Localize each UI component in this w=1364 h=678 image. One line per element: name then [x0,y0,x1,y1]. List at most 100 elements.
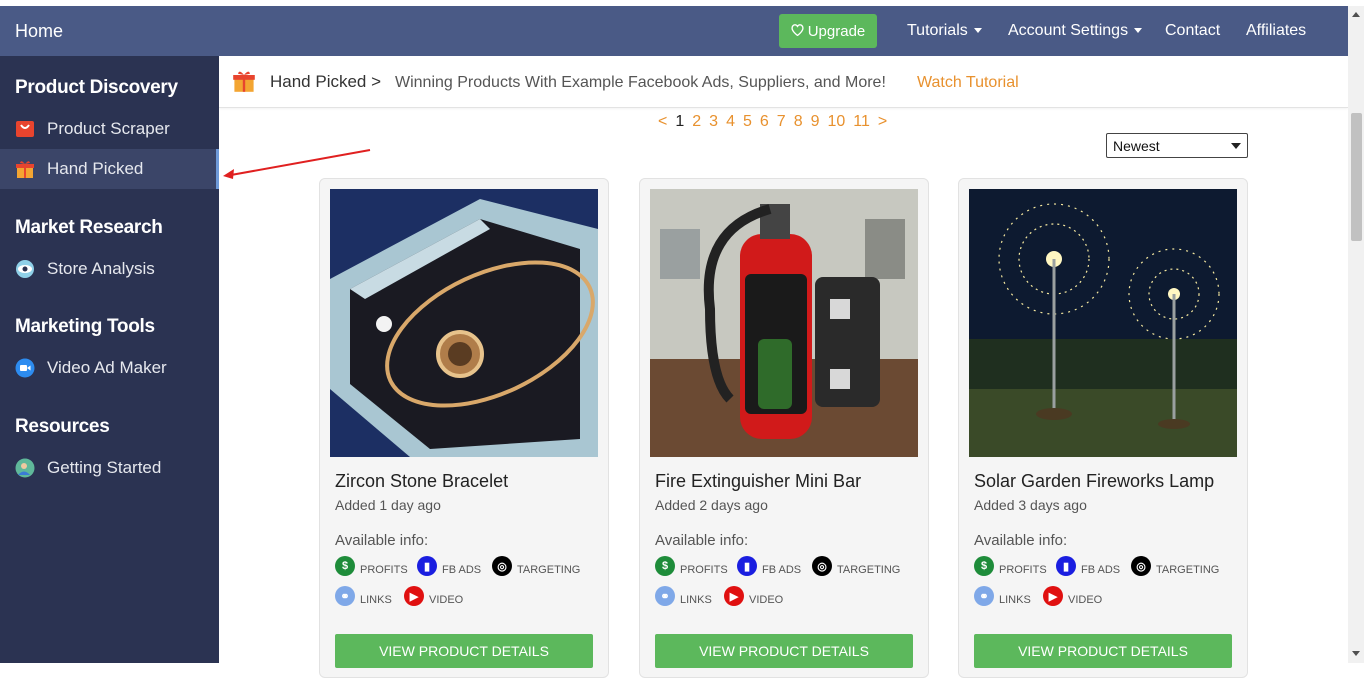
play-icon: ▶ [404,586,424,606]
pagination-page[interactable]: 2 [688,113,705,131]
gift-icon [232,69,256,98]
upgrade-button[interactable]: Upgrade [779,14,877,48]
chevron-down-icon [1231,142,1241,149]
sidebar-item-label: Store Analysis [47,259,155,278]
product-card: Zircon Stone Bracelet Added 1 day ago Av… [319,178,609,678]
product-image-bracelet[interactable] [330,189,598,457]
info-tag-profits: $ PROFITS [335,556,408,576]
play-icon: ▶ [1043,586,1063,606]
sidebar-item-store-analysis[interactable]: Store Analysis [0,249,219,289]
shopping-bag-icon [15,119,35,139]
tag-label: LINKS [680,594,712,606]
product-image-fire-extinguisher-bar[interactable] [650,189,918,457]
pagination-page[interactable]: 6 [756,113,773,131]
pagination-next[interactable]: > [874,113,891,131]
sidebar-item-label: Product Scraper [47,119,170,138]
product-image-solar-fireworks-lamp[interactable] [969,189,1237,457]
tag-label: PROFITS [360,564,408,576]
sidebar-item-label: Getting Started [47,458,162,477]
play-icon: ▶ [724,586,744,606]
info-tag-fb-ads: ▮ FB ADS [737,556,801,576]
product-title: Solar Garden Fireworks Lamp [974,471,1215,491]
section-title-market-research: Market Research [15,217,163,238]
sidebar-item-product-scraper[interactable]: Product Scraper [0,109,219,149]
info-tag-links: ⚭ LINKS [335,586,392,606]
section-title-marketing-tools: Marketing Tools [15,316,155,337]
tag-label: FB ADS [762,564,802,576]
bar-chart-icon: ▮ [737,556,757,576]
sidebar-item-label: Hand Picked [47,159,144,178]
pagination-page[interactable]: 11 [849,113,874,131]
scrollbar[interactable] [1348,6,1364,663]
tag-label: TARGETING [517,564,581,576]
pagination: < 1 2 3 4 5 6 7 8 9 10 11 > [654,113,891,131]
info-tag-links: ⚭ LINKS [655,586,712,606]
chevron-down-icon [1134,28,1143,34]
scroll-up-arrow[interactable] [1352,12,1360,17]
bar-chart-icon: ▮ [1056,556,1076,576]
pagination-page[interactable]: 1 [671,113,688,131]
tag-label: LINKS [999,594,1031,606]
heart-icon [791,23,804,40]
pagination-page[interactable]: 3 [705,113,722,131]
user-globe-icon [15,458,35,478]
product-title: Zircon Stone Bracelet [335,471,509,491]
product-added-date: Added 3 days ago [974,497,1087,513]
tag-label: PROFITS [680,564,728,576]
product-card: Solar Garden Fireworks Lamp Added 3 days… [958,178,1248,678]
sort-select[interactable]: Newest [1106,133,1248,158]
gift-icon [15,159,35,179]
sidebar-item-video-ad-maker[interactable]: Video Ad Maker [0,348,219,388]
tag-label: VIDEO [1068,594,1103,606]
info-tag-profits: $ PROFITS [655,556,728,576]
pagination-page[interactable]: 8 [790,113,807,131]
info-tag-fb-ads: ▮ FB ADS [417,556,481,576]
pagination-page[interactable]: 9 [807,113,824,131]
sidebar: Product Discovery Product Scraper Hand P… [0,56,219,663]
eye-icon [15,259,35,279]
info-tag-targeting: ◎ TARGETING [492,556,580,576]
top-navbar: Home Upgrade Tutorials Account Settings … [0,6,1348,56]
scroll-down-arrow[interactable] [1352,651,1360,656]
page-subtitle: Winning Products With Example Facebook A… [395,74,886,91]
sidebar-item-hand-picked[interactable]: Hand Picked [0,149,219,189]
pagination-page[interactable]: 7 [773,113,790,131]
sidebar-item-label: Video Ad Maker [47,358,167,377]
nav-account-settings[interactable]: Account Settings [1008,22,1143,40]
target-icon: ◎ [1131,556,1151,576]
watch-tutorial-link[interactable]: Watch Tutorial [917,74,1019,92]
video-camera-icon [15,358,35,378]
product-card: Fire Extinguisher Mini Bar Added 2 days … [639,178,929,678]
info-tag-fb-ads: ▮ FB ADS [1056,556,1120,576]
pagination-page[interactable]: 4 [722,113,739,131]
product-title: Fire Extinguisher Mini Bar [655,471,862,491]
home-link[interactable]: Home [15,21,63,42]
product-added-date: Added 1 day ago [335,497,441,513]
nav-contact[interactable]: Contact [1165,22,1220,40]
nav-account-settings-label: Account Settings [1008,22,1129,39]
pagination-page[interactable]: 10 [824,113,850,131]
pagination-prev[interactable]: < [654,113,671,131]
info-tag-links: ⚭ LINKS [974,586,1031,606]
tag-label: VIDEO [749,594,784,606]
dollar-icon: $ [974,556,994,576]
chevron-down-icon [973,28,982,34]
tag-label: VIDEO [429,594,464,606]
link-icon: ⚭ [655,586,675,606]
dollar-icon: $ [655,556,675,576]
info-tag-video: ▶ VIDEO [404,586,463,606]
dollar-icon: $ [335,556,355,576]
tag-label: TARGETING [837,564,901,576]
available-info-label: Available info: [974,532,1068,549]
link-icon: ⚭ [974,586,994,606]
available-info-label: Available info: [655,532,749,549]
nav-tutorials[interactable]: Tutorials [907,22,982,40]
section-title-product-discovery: Product Discovery [15,77,178,98]
nav-affiliates[interactable]: Affiliates [1246,22,1306,40]
info-tag-targeting: ◎ TARGETING [812,556,900,576]
tag-label: TARGETING [1156,564,1220,576]
target-icon: ◎ [812,556,832,576]
scrollbar-thumb[interactable] [1351,113,1362,241]
pagination-page[interactable]: 5 [739,113,756,131]
sidebar-item-getting-started[interactable]: Getting Started [0,448,219,488]
